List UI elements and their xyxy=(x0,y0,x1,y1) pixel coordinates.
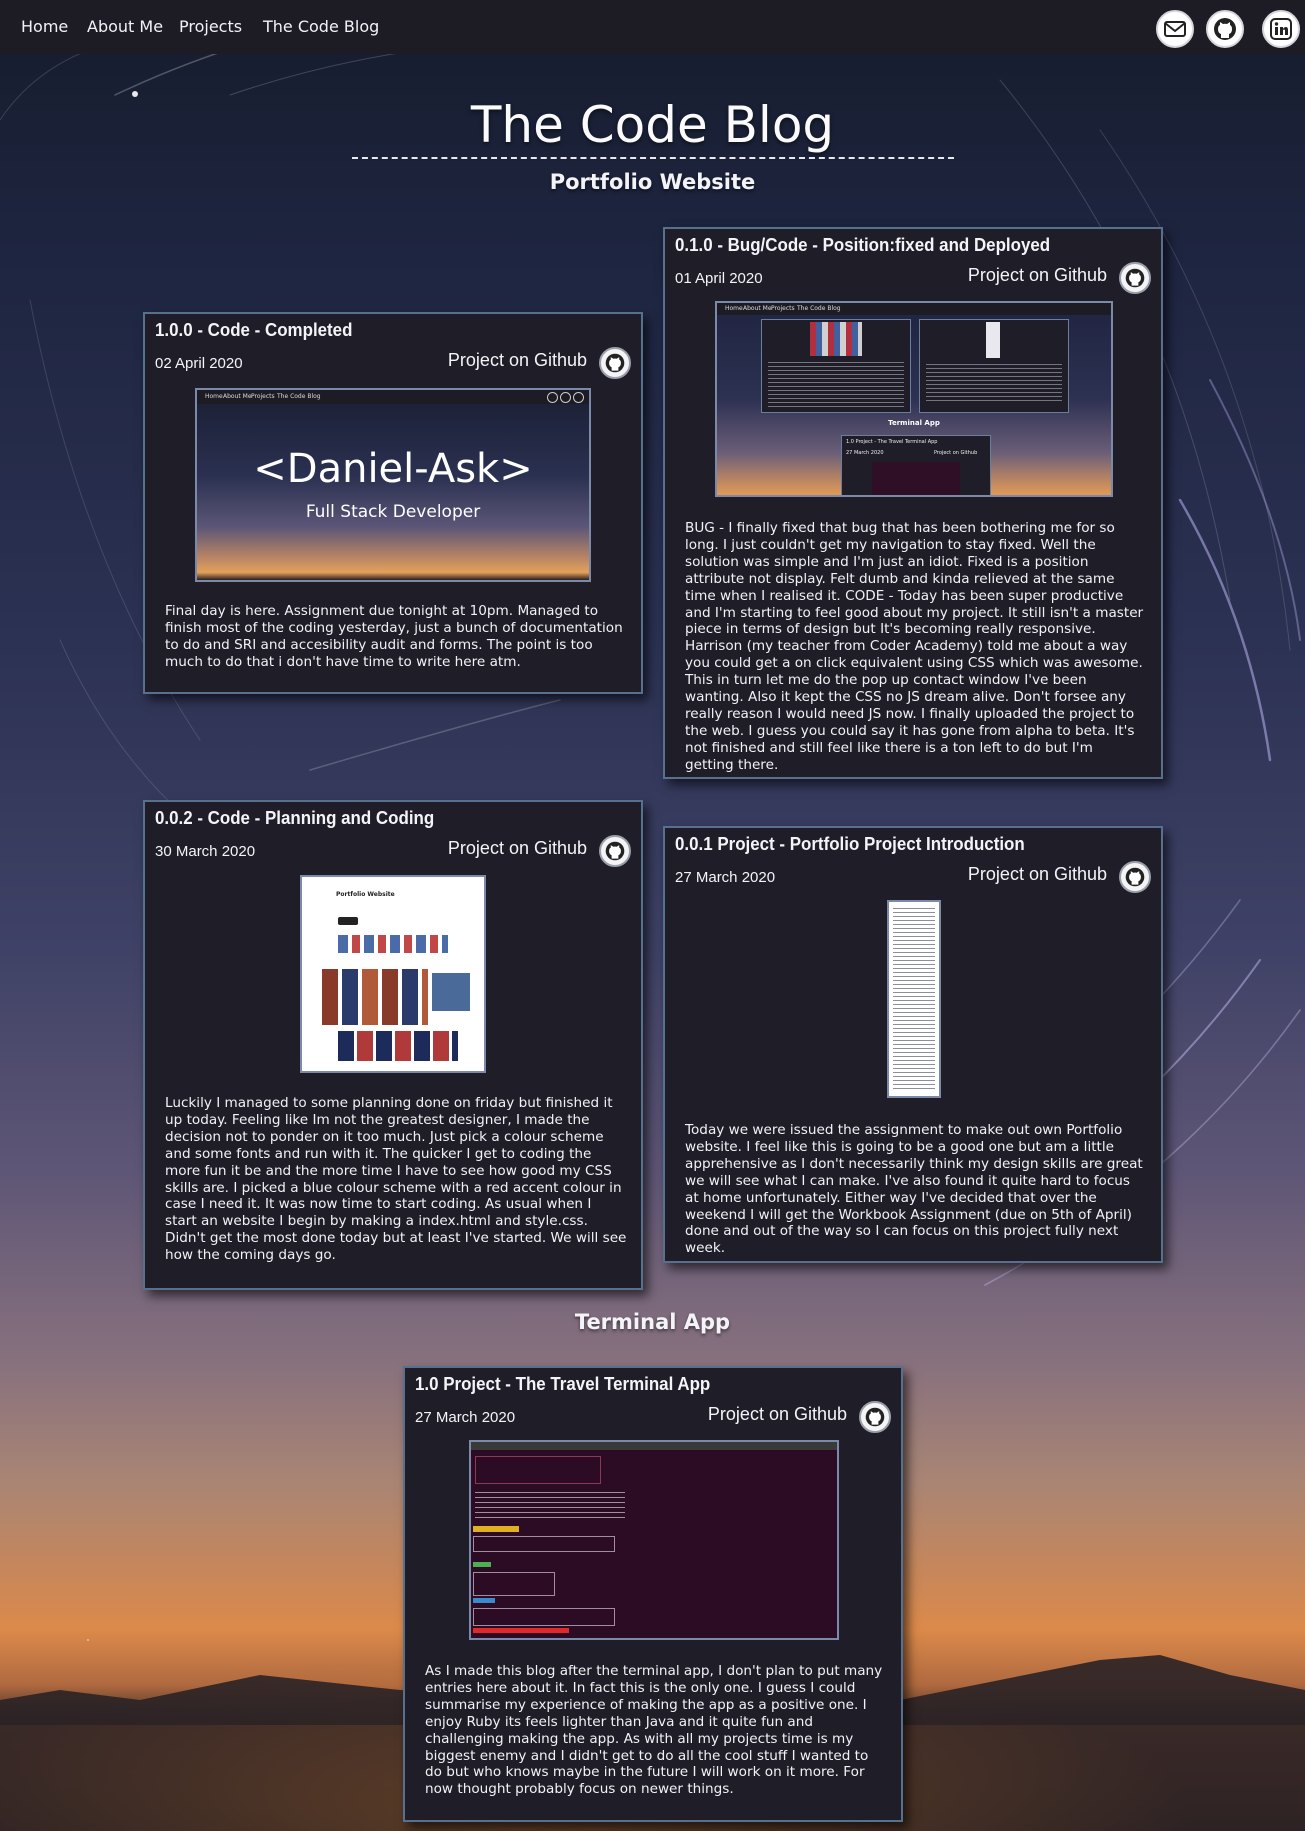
mini-nav-link: Projects xyxy=(771,305,795,312)
navbar: Home About Me Projects The Code Blog xyxy=(0,0,1305,54)
mini-color-swatches xyxy=(338,935,448,953)
terminal-text-lines xyxy=(475,1492,625,1522)
nav-home[interactable]: Home xyxy=(21,17,68,36)
hero-subtitle: Full Stack Developer xyxy=(305,502,481,522)
blog-post-completed: 1.0.0 - Code - Completed 02 April 2020 P… xyxy=(143,312,643,694)
terminal-table xyxy=(473,1572,555,1596)
mini-gallery xyxy=(322,969,428,1025)
post-title: 1.0.0 - Code - Completed xyxy=(155,320,353,340)
blog-post-terminal-app: 1.0 Project - The Travel Terminal App 27… xyxy=(403,1366,903,1822)
post-title: 1.0 Project - The Travel Terminal App xyxy=(415,1374,711,1394)
mini-social-icon xyxy=(547,392,558,403)
post-screenshot: Portfolio Website xyxy=(300,875,486,1073)
terminal-highlight xyxy=(473,1562,491,1567)
mini-nav-link: About Me xyxy=(743,305,772,312)
terminal-highlight xyxy=(473,1598,495,1603)
hero-name: <Daniel-Ask> xyxy=(253,446,533,492)
mini-card-title: 1.0 Project - The Travel Terminal App xyxy=(846,439,938,445)
post-title: 0.0.1 Project - Portfolio Project Introd… xyxy=(675,834,1025,854)
mini-text-lines xyxy=(768,362,904,408)
mini-nav-link: The Code Blog xyxy=(277,393,321,400)
mini-document-lines xyxy=(893,908,935,1090)
screenshot-navbar: Home About Me Projects The Code Blog xyxy=(717,303,1111,315)
mini-social-icon xyxy=(560,392,571,403)
post-screenshot: Home About Me Projects The Code Blog <Da… xyxy=(195,388,591,582)
project-github-link[interactable]: Project on Github xyxy=(968,864,1107,885)
terminal-table xyxy=(473,1608,615,1626)
page-title: The Code Blog xyxy=(470,96,835,154)
mini-text-lines xyxy=(926,364,1062,404)
mini-nav-link: Home xyxy=(725,305,743,312)
mini-card: 1.0 Project - The Travel Terminal App 27… xyxy=(841,435,991,495)
github-icon[interactable] xyxy=(1119,861,1151,893)
mini-section-title: Terminal App xyxy=(888,419,940,427)
screenshot-navbar: Home About Me Projects The Code Blog xyxy=(197,390,589,404)
mini-button xyxy=(338,917,358,925)
mini-card-date: 27 March 2020 xyxy=(846,450,884,456)
terminal-table xyxy=(473,1536,615,1552)
post-body: Luckily I managed to some planning done … xyxy=(165,1095,627,1264)
post-body: As I made this blog after the terminal a… xyxy=(425,1663,883,1798)
title-divider xyxy=(352,157,954,159)
mini-gallery-image xyxy=(432,973,470,1011)
post-date: 27 March 2020 xyxy=(675,869,776,886)
terminal-ascii-art xyxy=(475,1456,601,1484)
post-screenshot xyxy=(469,1440,839,1640)
github-icon[interactable] xyxy=(1119,262,1151,294)
section-portfolio-website: Portfolio Website xyxy=(549,170,756,194)
mini-nav-link: Home xyxy=(205,393,223,400)
github-icon[interactable] xyxy=(599,347,631,379)
section-terminal-app: Terminal App xyxy=(574,1310,731,1334)
linkedin-icon[interactable] xyxy=(1262,10,1300,48)
post-date: 02 April 2020 xyxy=(155,355,243,372)
mini-card xyxy=(761,319,911,413)
post-date: 30 March 2020 xyxy=(155,843,256,860)
nav-code-blog[interactable]: The Code Blog xyxy=(263,17,379,36)
mini-card xyxy=(919,319,1069,413)
mini-social-icon xyxy=(573,392,584,403)
mini-nav-link: The Code Blog xyxy=(797,305,841,312)
project-github-link[interactable]: Project on Github xyxy=(448,838,587,859)
mini-gallery xyxy=(338,1031,458,1061)
terminal-titlebar xyxy=(471,1442,837,1450)
post-title: 0.1.0 - Bug/Code - Position:fixed and De… xyxy=(675,235,1051,255)
post-screenshot xyxy=(887,900,941,1098)
github-icon[interactable] xyxy=(599,835,631,867)
post-screenshot: Home About Me Projects The Code Blog Ter… xyxy=(715,301,1113,497)
github-icon[interactable] xyxy=(1206,10,1244,48)
blog-post-bug-code: 0.1.0 - Bug/Code - Position:fixed and De… xyxy=(663,227,1163,779)
mini-nav-link: Projects xyxy=(251,393,275,400)
mini-terminal xyxy=(872,462,960,495)
mini-image xyxy=(810,322,862,356)
project-github-link[interactable]: Project on Github xyxy=(448,350,587,371)
blog-post-introduction: 0.0.1 Project - Portfolio Project Introd… xyxy=(663,826,1163,1263)
mail-icon[interactable] xyxy=(1156,10,1194,48)
mini-card-link: Project on Github xyxy=(934,450,978,456)
post-title: 0.0.2 - Code - Planning and Coding xyxy=(155,808,435,828)
mini-image xyxy=(986,322,1000,358)
nav-projects[interactable]: Projects xyxy=(179,17,242,36)
nav-about-me[interactable]: About Me xyxy=(87,17,163,36)
post-body: BUG - I finally fixed that bug that has … xyxy=(685,520,1144,773)
mini-nav-link: About Me xyxy=(223,393,252,400)
blog-post-planning: 0.0.2 - Code - Planning and Coding 30 Ma… xyxy=(143,800,643,1290)
terminal-highlight xyxy=(473,1526,519,1532)
post-date: 01 April 2020 xyxy=(675,270,763,287)
post-body: Today we were issued the assignment to m… xyxy=(685,1122,1143,1257)
github-icon[interactable] xyxy=(859,1401,891,1433)
project-github-link[interactable]: Project on Github xyxy=(708,1404,847,1425)
post-date: 27 March 2020 xyxy=(415,1409,516,1426)
project-github-link[interactable]: Project on Github xyxy=(968,265,1107,286)
terminal-error-line xyxy=(473,1628,569,1633)
mini-title: Portfolio Website xyxy=(336,891,395,898)
post-body: Final day is here. Assignment due tonigh… xyxy=(165,603,623,670)
